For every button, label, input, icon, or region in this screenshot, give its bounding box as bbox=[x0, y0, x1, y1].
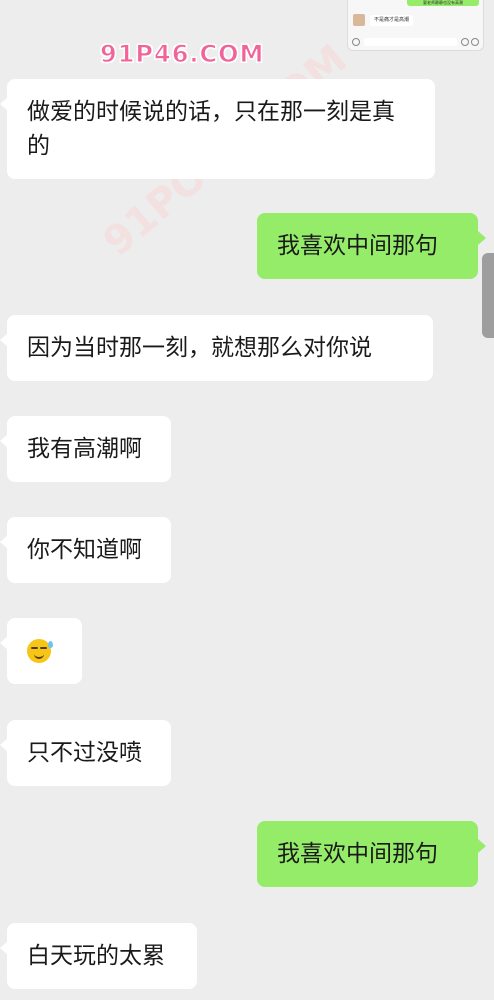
avatar bbox=[353, 14, 365, 26]
floating-top-message: 要老师静静也没有高潮 bbox=[407, 0, 479, 6]
chat-area: 要老师静静也没有高潮 不是痛才是高潮 91P46.COM 91PORN.COM … bbox=[0, 0, 494, 1000]
message-text: 因为当时那一刻，就想那么对你说 bbox=[27, 335, 372, 361]
message-text: 我喜欢中间那句 bbox=[277, 233, 438, 259]
floating-input-row bbox=[352, 37, 479, 47]
message-text: 我喜欢中间那句 bbox=[277, 841, 438, 867]
floating-message: 不是痛才是高潮 bbox=[370, 15, 414, 26]
message-bubble-incoming[interactable]: 只不过没喷 bbox=[0, 720, 171, 786]
message-bubble-outgoing[interactable]: 我喜欢中间那句 bbox=[257, 213, 486, 279]
message-text: 你不知道啊 bbox=[27, 537, 142, 563]
emoji-icon[interactable] bbox=[461, 38, 469, 46]
watermark-logo: 91P46.COM bbox=[99, 40, 265, 69]
message-text: 白天玩的太累 bbox=[27, 943, 165, 969]
floating-chat-window[interactable]: 要老师静静也没有高潮 不是痛才是高潮 bbox=[347, 0, 484, 51]
message-bubble-incoming[interactable]: 你不知道啊 bbox=[0, 517, 171, 583]
voice-icon[interactable] bbox=[352, 38, 360, 46]
scrollbar-handle[interactable] bbox=[482, 253, 494, 338]
message-text: 只不过没喷 bbox=[27, 740, 142, 766]
sweat-smile-emoji-icon bbox=[27, 639, 53, 663]
message-bubble-incoming[interactable] bbox=[0, 618, 82, 684]
plus-icon[interactable] bbox=[471, 38, 479, 46]
floating-message-input[interactable] bbox=[364, 38, 457, 46]
message-text: 做爱的时候说的话，只在那一刻是真的 bbox=[27, 99, 395, 159]
message-bubble-incoming[interactable]: 因为当时那一刻，就想那么对你说 bbox=[0, 315, 433, 381]
message-bubble-incoming[interactable]: 白天玩的太累 bbox=[0, 923, 197, 989]
message-bubble-incoming[interactable]: 我有高潮啊 bbox=[0, 416, 171, 482]
message-text: 我有高潮啊 bbox=[27, 436, 142, 462]
message-bubble-outgoing[interactable]: 我喜欢中间那句 bbox=[257, 821, 486, 887]
message-bubble-incoming[interactable]: 做爱的时候说的话，只在那一刻是真的 bbox=[0, 79, 435, 179]
